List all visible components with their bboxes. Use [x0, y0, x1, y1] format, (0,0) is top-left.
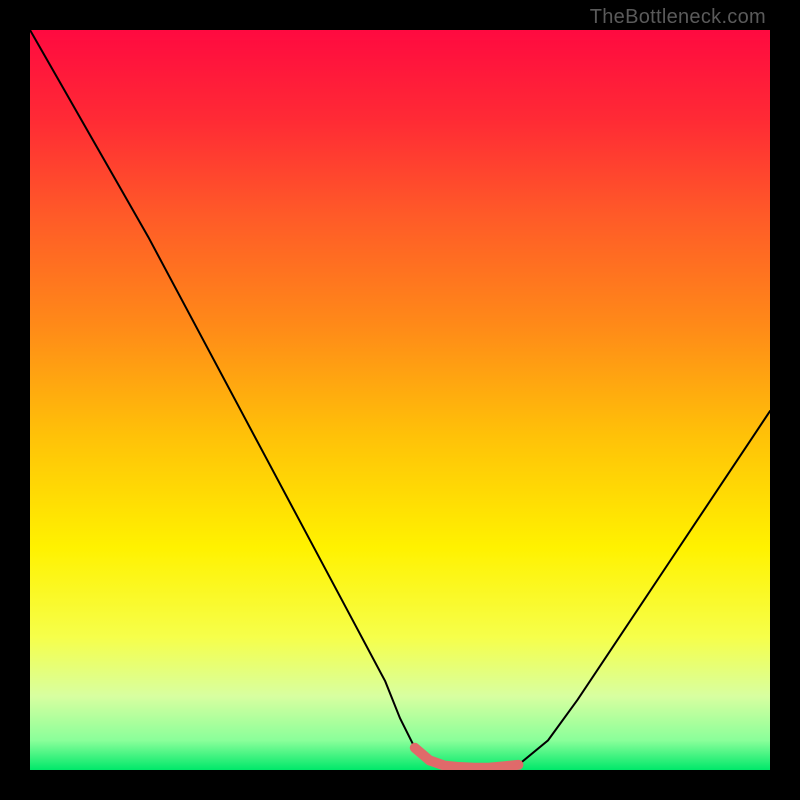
watermark-text: TheBottleneck.com [590, 6, 766, 29]
optimal-region-highlight [415, 748, 519, 768]
plot-area [30, 30, 770, 770]
bottleneck-curve [30, 30, 770, 768]
chart-frame: TheBottleneck.com [0, 0, 800, 800]
curves-layer [30, 30, 770, 770]
